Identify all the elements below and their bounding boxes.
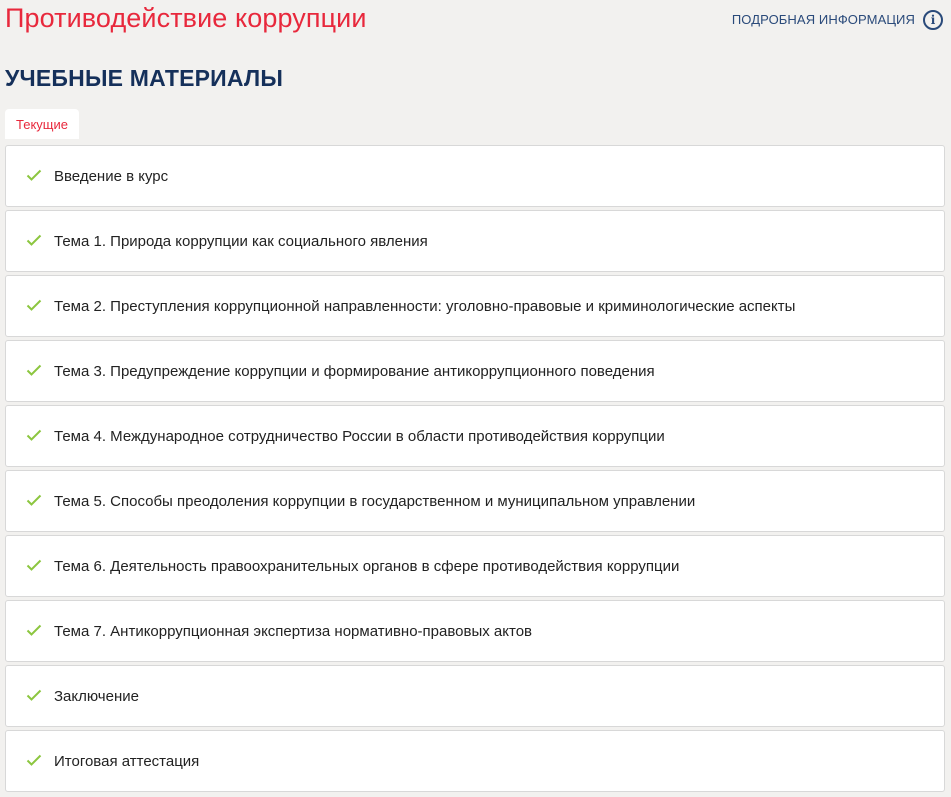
check-icon: [26, 364, 42, 376]
list-item[interactable]: Итоговая аттестация: [5, 730, 945, 792]
list-item[interactable]: Тема 5. Способы преодоления коррупции в …: [5, 470, 945, 532]
list-item[interactable]: Заключение: [5, 665, 945, 727]
check-icon: [26, 689, 42, 701]
list-item[interactable]: Тема 4. Международное сотрудничество Рос…: [5, 405, 945, 467]
check-icon: [26, 754, 42, 766]
check-icon: [26, 559, 42, 571]
material-label: Тема 2. Преступления коррупционной напра…: [54, 297, 796, 315]
tab-current[interactable]: Текущие: [5, 109, 79, 139]
material-label: Тема 5. Способы преодоления коррупции в …: [54, 492, 696, 510]
check-icon: [26, 169, 42, 181]
material-label: Тема 4. Международное сотрудничество Рос…: [54, 427, 665, 445]
info-circle-icon[interactable]: i: [923, 10, 943, 30]
material-label: Итоговая аттестация: [54, 752, 200, 770]
material-label: Введение в курс: [54, 167, 169, 185]
materials-list: Введение в курс Тема 1. Природа коррупци…: [5, 145, 945, 795]
list-item[interactable]: Тема 3. Предупреждение коррупции и форми…: [5, 340, 945, 402]
material-label: Тема 1. Природа коррупции как социальног…: [54, 232, 428, 250]
check-icon: [26, 624, 42, 636]
list-item[interactable]: Тема 6. Деятельность правоохранительных …: [5, 535, 945, 597]
list-item[interactable]: Тема 7. Антикоррупционная экспертиза нор…: [5, 600, 945, 662]
section-title: УЧЕБНЫЕ МАТЕРИАЛЫ: [5, 65, 284, 91]
list-item[interactable]: Введение в курс: [5, 145, 945, 207]
check-icon: [26, 234, 42, 246]
check-icon: [26, 429, 42, 441]
list-item[interactable]: Тема 1. Природа коррупции как социальног…: [5, 210, 945, 272]
material-label: Тема 6. Деятельность правоохранительных …: [54, 557, 680, 575]
check-icon: [26, 299, 42, 311]
check-icon: [26, 494, 42, 506]
more-info-link[interactable]: ПОДРОБНАЯ ИНФОРМАЦИЯ i: [732, 10, 943, 30]
material-label: Тема 3. Предупреждение коррупции и форми…: [54, 362, 655, 380]
list-item[interactable]: Тема 2. Преступления коррупционной напра…: [5, 275, 945, 337]
course-title: Противодействие коррупции: [5, 3, 367, 33]
more-info-label[interactable]: ПОДРОБНАЯ ИНФОРМАЦИЯ: [732, 10, 915, 30]
material-label: Тема 7. Антикоррупционная экспертиза нор…: [54, 622, 533, 640]
material-label: Заключение: [54, 687, 139, 705]
